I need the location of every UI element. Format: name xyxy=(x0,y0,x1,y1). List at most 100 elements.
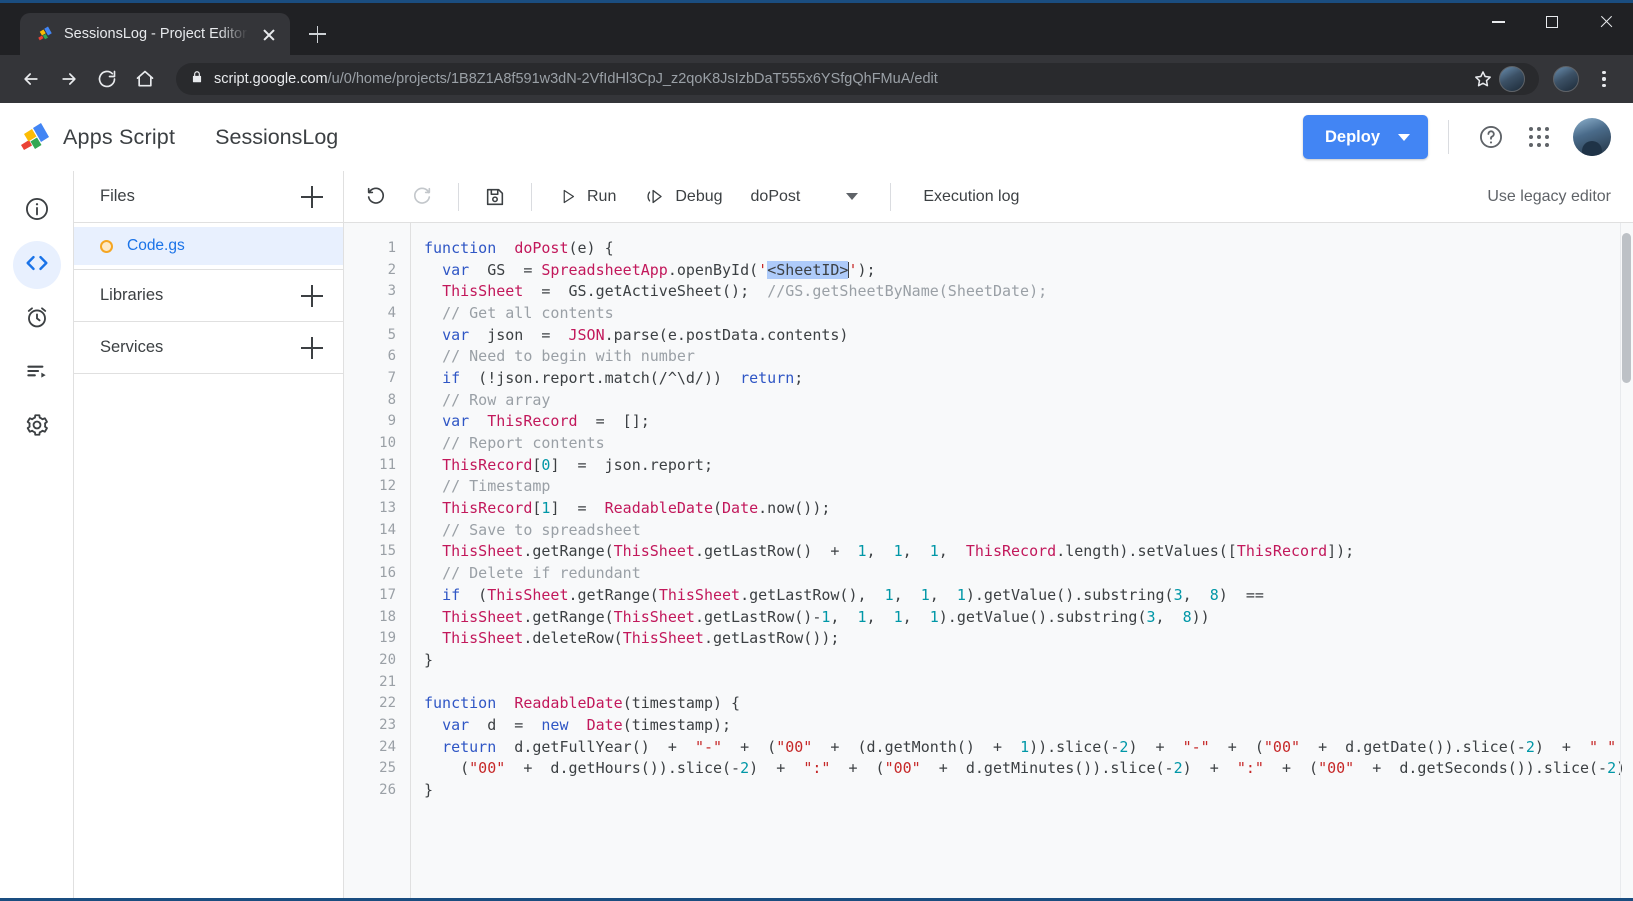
run-button[interactable]: Run xyxy=(548,177,628,217)
sidebar-item-settings[interactable] xyxy=(13,403,61,451)
code-line[interactable]: 21 xyxy=(344,671,1623,693)
code-token: ThisSheet xyxy=(658,585,741,604)
code-line[interactable]: 2 var GS = SpreadsheetApp.openById('<She… xyxy=(344,259,1623,281)
code-token: 8 xyxy=(1209,585,1219,604)
function-selector[interactable]: doPost xyxy=(741,188,811,206)
reload-button[interactable] xyxy=(90,62,124,96)
code-text: if (ThisSheet.getRange(ThisSheet.getLast… xyxy=(410,586,1264,604)
code-token: .now()); xyxy=(758,499,831,518)
help-button[interactable] xyxy=(1469,115,1513,159)
tab-close-icon[interactable] xyxy=(258,23,280,45)
code-line[interactable]: 11 ThisRecord[0] = json.report; xyxy=(344,454,1623,476)
code-line[interactable]: 1 function doPost(e) { xyxy=(344,237,1623,259)
code-token: if xyxy=(442,585,461,604)
file-item-code-gs[interactable]: Code.gs xyxy=(74,227,343,265)
code-line[interactable]: 12 // Timestamp xyxy=(344,476,1623,498)
code-line[interactable]: 13 ThisRecord[1] = ReadableDate(Date.now… xyxy=(344,497,1623,519)
undo-button[interactable] xyxy=(356,177,396,217)
code-token: ).getValue().substring( xyxy=(965,585,1174,604)
files-panel: Files Code.gs Libraries Services xyxy=(74,171,344,901)
sidebar-item-overview[interactable] xyxy=(13,187,61,235)
save-button[interactable] xyxy=(475,177,515,217)
back-button[interactable] xyxy=(14,62,48,96)
code-line[interactable]: 16 // Delete if redundant xyxy=(344,562,1623,584)
minimize-button[interactable] xyxy=(1471,0,1525,44)
code-token: ) == xyxy=(1218,585,1264,604)
code-line[interactable]: 20} xyxy=(344,649,1623,671)
code-token: GS = xyxy=(469,260,542,279)
code-token: var xyxy=(442,715,470,734)
code-line[interactable]: 14 // Save to spreadsheet xyxy=(344,519,1623,541)
close-window-button[interactable] xyxy=(1579,0,1633,44)
code-token: + ( xyxy=(1209,737,1264,756)
code-token: d.getFullYear() + xyxy=(496,737,695,756)
code-line[interactable]: 4 // Get all contents xyxy=(344,302,1623,324)
add-file-button[interactable] xyxy=(299,184,325,210)
code-line[interactable]: 22 function ReadableDate(timestamp) { xyxy=(344,692,1623,714)
code-text: ThisSheet.getRange(ThisSheet.getLastRow(… xyxy=(410,608,1210,626)
execution-log-button[interactable]: Execution log xyxy=(911,177,1031,217)
code-token: JSON xyxy=(568,325,605,344)
code-line[interactable]: 7 if (!json.report.match(/^\d/)) return; xyxy=(344,367,1623,389)
add-library-button[interactable] xyxy=(299,283,325,309)
libraries-section-header[interactable]: Libraries xyxy=(74,270,343,322)
sidebar-item-triggers[interactable] xyxy=(13,295,61,343)
code-lines[interactable]: 1 function doPost(e) {2 var GS = Spreadsh… xyxy=(344,223,1623,901)
deploy-button[interactable]: Deploy xyxy=(1302,115,1428,159)
code-line[interactable]: 10 // Report contents xyxy=(344,432,1623,454)
code-token: return xyxy=(740,368,795,387)
debug-button[interactable]: Debug xyxy=(634,177,734,217)
home-button[interactable] xyxy=(128,62,162,96)
code-line[interactable]: 26} xyxy=(344,779,1623,801)
code-line[interactable]: 17 if (ThisSheet.getRange(ThisSheet.getL… xyxy=(344,584,1623,606)
code-token: // Get all contents xyxy=(442,303,614,322)
google-apps-button[interactable] xyxy=(1517,115,1561,159)
profile-avatar-small[interactable] xyxy=(1499,66,1525,92)
line-number: 15 xyxy=(379,543,396,560)
code-line[interactable]: 18 ThisSheet.getRange(ThisSheet.getLastR… xyxy=(344,606,1623,628)
code-line[interactable]: 8 // Row array xyxy=(344,389,1623,411)
code-token: .getLastRow() + xyxy=(694,542,858,561)
forward-button[interactable] xyxy=(52,62,86,96)
user-avatar[interactable] xyxy=(1573,118,1611,156)
code-line[interactable]: 15 ThisSheet.getRange(ThisSheet.getLastR… xyxy=(344,541,1623,563)
editor-scrollbar-track[interactable] xyxy=(1620,223,1633,901)
code-token: + d.getMinutes()).slice(- xyxy=(920,759,1174,778)
browser-tab[interactable]: SessionsLog - Project Editor - Ap xyxy=(20,13,290,55)
code-line[interactable]: 24 return d.getFullYear() + "-" + ("00" … xyxy=(344,736,1623,758)
code-line[interactable]: 5 var json = JSON.parse(e.postData.conte… xyxy=(344,324,1623,346)
code-token: ThisSheet xyxy=(613,542,695,561)
code-token: ).getValue().substring( xyxy=(938,607,1147,626)
code-line[interactable]: 19 ThisSheet.deleteRow(ThisSheet.getLast… xyxy=(344,627,1623,649)
sidebar-item-editor[interactable] xyxy=(12,241,61,289)
files-section-header[interactable]: Files xyxy=(74,171,343,223)
sidebar-item-executions[interactable] xyxy=(13,349,61,397)
services-section-header[interactable]: Services xyxy=(74,322,343,374)
code-text: // Timestamp xyxy=(410,477,550,495)
use-legacy-editor-link[interactable]: Use legacy editor xyxy=(1487,188,1611,206)
line-number: 16 xyxy=(379,565,396,582)
code-line[interactable]: 9 var ThisRecord = []; xyxy=(344,411,1623,433)
add-service-button[interactable] xyxy=(299,335,325,361)
code-area[interactable]: 1 function doPost(e) {2 var GS = Spreadsh… xyxy=(344,223,1633,901)
bookmark-star-icon[interactable] xyxy=(1473,69,1493,89)
code-line[interactable]: 23 var d = new Date(timestamp); xyxy=(344,714,1623,736)
apps-script-home-link[interactable]: Apps Script xyxy=(18,121,175,153)
browser-profile-icon[interactable] xyxy=(1553,66,1579,92)
line-number: 23 xyxy=(379,716,396,733)
function-selector-chevron-down-icon[interactable] xyxy=(846,193,859,200)
code-line[interactable]: 25 ("00" + d.getHours()).slice(-2) + ":"… xyxy=(344,758,1623,780)
code-line[interactable]: 3 ThisSheet = GS.getActiveSheet(); //GS.… xyxy=(344,280,1623,302)
address-bar[interactable]: script.google.com/u/0/home/projects/1B8Z… xyxy=(176,63,1539,95)
code-token: //GS.getSheetByName(SheetDate); xyxy=(767,282,1048,301)
browser-tab-title: SessionsLog - Project Editor - Ap xyxy=(64,26,248,42)
code-line[interactable]: 6 // Need to begin with number xyxy=(344,345,1623,367)
editor-scrollbar-thumb[interactable] xyxy=(1622,233,1631,383)
maximize-button[interactable] xyxy=(1525,0,1579,44)
browser-menu-button[interactable] xyxy=(1589,64,1619,94)
redo-button[interactable] xyxy=(402,177,442,217)
new-tab-button[interactable] xyxy=(300,17,334,51)
